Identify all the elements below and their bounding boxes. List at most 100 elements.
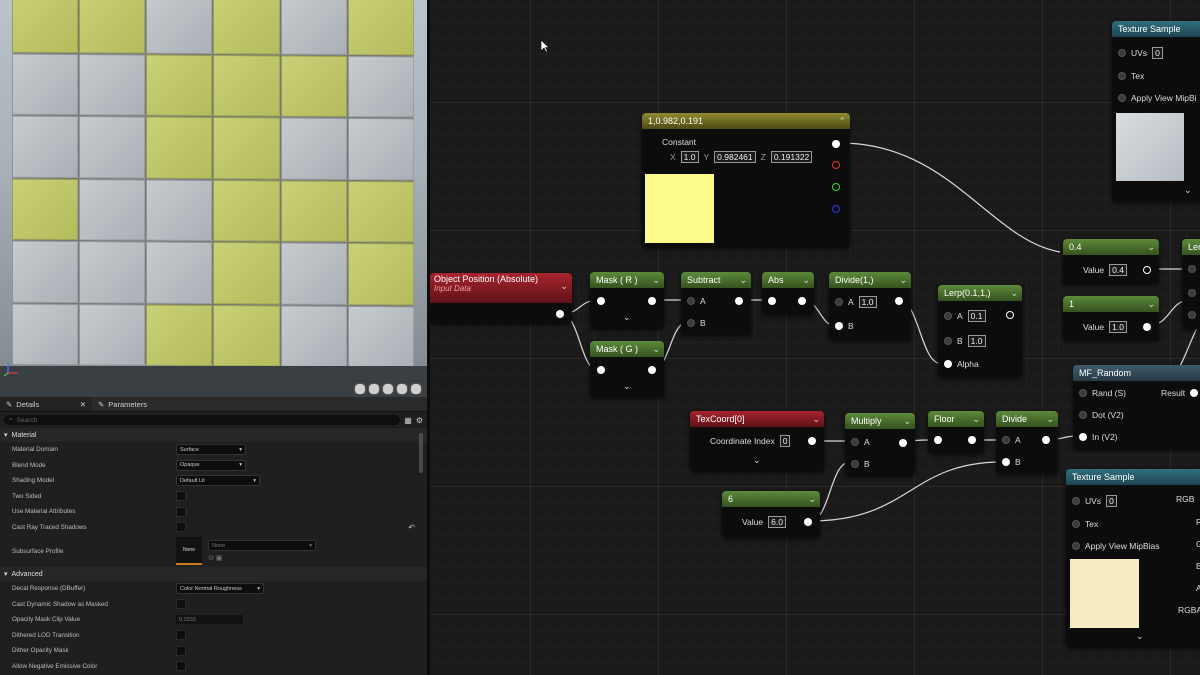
input-pin[interactable] bbox=[944, 337, 952, 345]
input-pin[interactable] bbox=[1079, 433, 1087, 441]
chevron-down-icon[interactable]: ⌄ bbox=[1147, 242, 1155, 253]
b-value-field[interactable]: 1.0 bbox=[967, 335, 986, 347]
preview-shape-toolbar[interactable] bbox=[354, 383, 422, 395]
shading-model-dropdown[interactable]: Default Lit ▾ bbox=[176, 475, 260, 487]
constant3-node[interactable]: 1,0.982,0.191 ⌃ Constant X 1.0 Y 0.98246… bbox=[642, 113, 850, 247]
input-pin[interactable] bbox=[1002, 458, 1010, 466]
output-pin[interactable] bbox=[735, 297, 743, 305]
z-value-field[interactable]: 0.191322 bbox=[770, 151, 813, 163]
output-pin-r[interactable] bbox=[832, 161, 840, 169]
output-pin[interactable] bbox=[556, 310, 564, 318]
input-pin[interactable] bbox=[944, 312, 952, 320]
output-pin-g[interactable] bbox=[832, 183, 840, 191]
x-value-field[interactable]: 1.0 bbox=[680, 151, 699, 163]
chevron-down-icon[interactable]: ⌄ bbox=[1046, 414, 1054, 425]
output-pin[interactable] bbox=[968, 436, 976, 444]
tab-details[interactable]: ✎ Details ✕ bbox=[0, 397, 92, 411]
value-field[interactable]: 0.4 bbox=[1109, 264, 1127, 276]
const-1-node[interactable]: 1 ⌄ Value 1.0 bbox=[1063, 296, 1159, 340]
chevron-down-icon[interactable]: ⌄ bbox=[623, 312, 631, 323]
browse-asset-icon[interactable]: ⊙ ▣ bbox=[208, 554, 316, 562]
section-material[interactable]: ▾ Material bbox=[0, 428, 427, 442]
close-icon[interactable]: ✕ bbox=[80, 400, 86, 409]
input-pin[interactable] bbox=[934, 436, 942, 444]
output-pin[interactable] bbox=[798, 297, 806, 305]
opacity-mask-clip-field[interactable]: 0.3333 bbox=[176, 615, 243, 625]
lerp2-node[interactable]: Ler bbox=[1182, 239, 1200, 329]
const-04-node[interactable]: 0.4 ⌄ Value 0.4 bbox=[1063, 239, 1159, 283]
output-pin[interactable] bbox=[648, 297, 656, 305]
input-pin[interactable] bbox=[1188, 311, 1196, 319]
const-6-node[interactable]: 6 ⌄ Value 6.0 bbox=[722, 491, 820, 537]
chevron-down-icon[interactable]: ⌄ bbox=[739, 275, 747, 286]
chevron-up-icon[interactable]: ⌃ bbox=[838, 116, 846, 127]
divide1-node[interactable]: Divide(1,) ⌄ A 1.0 B bbox=[829, 272, 911, 340]
cast-ray-traced-shadows-checkbox[interactable] bbox=[176, 522, 186, 533]
divide2-node[interactable]: Divide ⌄ A B bbox=[996, 411, 1058, 473]
input-pin[interactable] bbox=[835, 322, 843, 330]
abs-node[interactable]: Abs ⌄ bbox=[762, 272, 814, 314]
mask-g-node[interactable]: Mask ( G ) ⌄ ⌄ bbox=[590, 341, 664, 397]
input-pin[interactable] bbox=[1188, 289, 1196, 297]
chevron-down-icon[interactable]: ⌄ bbox=[812, 414, 820, 425]
value-field[interactable]: 6.0 bbox=[768, 516, 786, 528]
reset-arrow-icon[interactable]: ↶ bbox=[408, 523, 415, 532]
input-pin[interactable] bbox=[1118, 72, 1126, 80]
chevron-down-icon[interactable]: ⌄ bbox=[652, 344, 660, 355]
cast-dynamic-shadow-checkbox[interactable] bbox=[176, 599, 186, 610]
input-pin[interactable] bbox=[835, 298, 843, 306]
coordinate-index-field[interactable]: 0 bbox=[779, 435, 791, 447]
input-pin[interactable] bbox=[944, 360, 952, 368]
output-pin[interactable] bbox=[1190, 389, 1199, 397]
chevron-down-icon[interactable]: ⌄ bbox=[1010, 288, 1018, 299]
sphere-preview-icon[interactable] bbox=[368, 383, 380, 395]
multiply-node[interactable]: Multiply ⌄ A B bbox=[845, 413, 915, 475]
input-pin[interactable] bbox=[1188, 265, 1196, 273]
output-pin[interactable] bbox=[1042, 436, 1050, 444]
texture-sample-bottom-node[interactable]: Texture Sample UVs 0 Tex Apply View MipBi… bbox=[1066, 469, 1200, 647]
a-value-field[interactable]: 0.1 bbox=[967, 310, 986, 322]
cube-preview-icon[interactable] bbox=[396, 383, 408, 395]
dithered-lod-checkbox[interactable] bbox=[176, 630, 186, 641]
output-pin[interactable] bbox=[895, 297, 903, 305]
output-pin-b[interactable] bbox=[832, 205, 840, 213]
chevron-down-icon[interactable]: ⌄ bbox=[899, 275, 907, 286]
input-pin[interactable] bbox=[1072, 520, 1080, 528]
texture-sample-top-node[interactable]: Texture Sample UVs 0 Tex Apply View MipBi… bbox=[1112, 21, 1200, 201]
output-pin[interactable] bbox=[1143, 323, 1151, 331]
chevron-down-icon[interactable]: ⌄ bbox=[802, 275, 810, 286]
chevron-down-icon[interactable]: ⌄ bbox=[560, 281, 568, 292]
chevron-down-icon[interactable]: ⌄ bbox=[808, 494, 816, 505]
input-pin[interactable] bbox=[687, 319, 695, 327]
input-pin[interactable] bbox=[1118, 49, 1126, 57]
mf-random-node[interactable]: MF_Random Rand (S) Result Dot (V2) In (V… bbox=[1073, 365, 1200, 449]
value-field[interactable]: 1.0 bbox=[1109, 321, 1127, 333]
input-pin[interactable] bbox=[1079, 411, 1087, 419]
input-pin[interactable] bbox=[597, 297, 605, 305]
material-preview-viewport[interactable] bbox=[0, 0, 427, 397]
mesh-preview-icon[interactable] bbox=[410, 383, 422, 395]
allow-negative-emissive-checkbox[interactable] bbox=[176, 661, 186, 672]
section-advanced[interactable]: ▾ Advanced bbox=[0, 567, 427, 581]
mask-r-node[interactable]: Mask ( R ) ⌄ ⌄ bbox=[590, 272, 664, 328]
use-material-attributes-checkbox[interactable] bbox=[176, 506, 186, 517]
chevron-down-icon[interactable]: ⌄ bbox=[1147, 299, 1155, 310]
input-pin[interactable] bbox=[597, 366, 605, 374]
object-position-node[interactable]: Object Position (Absolute) Input Data ⌄ bbox=[430, 273, 572, 323]
input-pin[interactable] bbox=[1079, 389, 1087, 397]
lerp-node[interactable]: Lerp(0.1,1,) ⌄ A 0.1 B 1.0 Alpha bbox=[938, 285, 1022, 377]
input-pin[interactable] bbox=[687, 297, 695, 305]
output-pin[interactable] bbox=[1143, 266, 1151, 274]
chevron-down-icon[interactable]: ⌄ bbox=[903, 416, 911, 427]
floor-node[interactable]: Floor ⌄ bbox=[928, 411, 984, 453]
blend-mode-dropdown[interactable]: Opaque ▾ bbox=[176, 459, 246, 471]
uvs-value-field[interactable]: 0 bbox=[1152, 47, 1163, 59]
input-pin[interactable] bbox=[851, 460, 859, 468]
input-pin[interactable] bbox=[768, 297, 776, 305]
input-pin[interactable] bbox=[1072, 497, 1080, 505]
details-scrollbar[interactable] bbox=[419, 433, 423, 473]
input-pin[interactable] bbox=[1118, 94, 1126, 102]
two-sided-checkbox[interactable] bbox=[176, 491, 186, 502]
output-pin[interactable] bbox=[804, 518, 812, 526]
chevron-down-icon[interactable]: ⌄ bbox=[652, 275, 660, 286]
